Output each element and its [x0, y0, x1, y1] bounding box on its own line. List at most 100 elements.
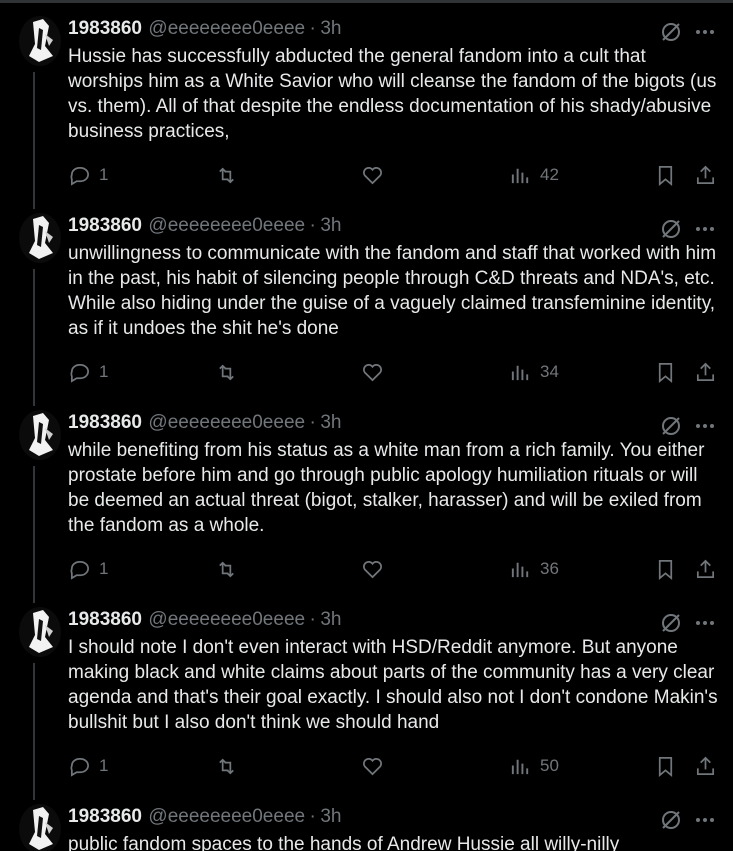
views-button[interactable]: 34 — [509, 360, 559, 384]
share-icon — [694, 361, 717, 384]
share-button[interactable] — [694, 754, 717, 778]
bookmark-button[interactable] — [654, 754, 677, 778]
like-button[interactable] — [361, 557, 384, 581]
tweet[interactable]: 1983860 @eeeeeeee0eeee · 3h Hussie has s… — [0, 0, 733, 209]
like-button[interactable] — [361, 360, 384, 384]
grok-icon[interactable] — [660, 612, 682, 634]
retweet-button[interactable] — [215, 360, 238, 384]
timestamp[interactable]: 3h — [320, 18, 341, 39]
thread-line — [33, 269, 35, 406]
views-count: 42 — [540, 165, 559, 184]
bookmark-icon — [654, 361, 677, 384]
more-icon[interactable] — [694, 812, 716, 828]
reply-icon — [68, 361, 91, 384]
reply-icon — [68, 558, 91, 581]
retweet-icon — [215, 755, 238, 778]
user-handle[interactable]: @eeeeeeee0eeee — [148, 806, 305, 827]
grok-icon[interactable] — [660, 415, 682, 437]
display-name[interactable]: 1983860 — [68, 609, 142, 630]
tweet-header: 1983860 @eeeeeeee0eeee · 3h — [68, 412, 733, 438]
like-icon — [361, 558, 384, 581]
reply-count: 1 — [99, 559, 109, 578]
more-icon[interactable] — [694, 24, 716, 40]
tweet-header: 1983860 @eeeeeeee0eeee · 3h — [68, 609, 733, 635]
bookmark-icon — [654, 558, 677, 581]
reply-count: 1 — [99, 756, 109, 775]
separator-dot: · — [309, 806, 316, 827]
views-button[interactable]: 36 — [509, 557, 559, 581]
avatar[interactable] — [19, 213, 61, 263]
reply-count: 1 — [99, 362, 109, 381]
views-count: 50 — [540, 756, 559, 775]
bookmark-icon — [654, 164, 677, 187]
views-count: 34 — [540, 362, 559, 381]
views-button[interactable]: 42 — [509, 163, 559, 187]
avatar[interactable] — [19, 410, 61, 460]
display-name[interactable]: 1983860 — [68, 412, 142, 433]
share-button[interactable] — [694, 557, 717, 581]
avatar[interactable] — [19, 607, 61, 657]
bookmark-button[interactable] — [654, 557, 677, 581]
display-name[interactable]: 1983860 — [68, 215, 142, 236]
like-icon — [361, 755, 384, 778]
timestamp[interactable]: 3h — [320, 806, 341, 827]
user-handle[interactable]: @eeeeeeee0eeee — [148, 609, 305, 630]
tweet-text: Hussie has successfully abducted the gen… — [68, 46, 717, 142]
views-icon — [509, 164, 532, 187]
tweet[interactable]: 1983860 @eeeeeeee0eeee · 3h while benefi… — [0, 394, 733, 603]
tweet-header: 1983860 @eeeeeeee0eeee · 3h — [68, 18, 733, 44]
retweet-button[interactable] — [215, 557, 238, 581]
thread-line — [33, 663, 35, 800]
more-icon[interactable] — [694, 615, 716, 631]
views-button[interactable]: 50 — [509, 754, 559, 778]
share-icon — [694, 755, 717, 778]
views-icon — [509, 558, 532, 581]
tweet-text: public fandom spaces to the hands of And… — [68, 834, 620, 851]
tweet[interactable]: 1983860 @eeeeeeee0eeee · 3h I should not… — [0, 591, 733, 800]
tweet[interactable]: 1983860 @eeeeeeee0eeee · 3h unwillingnes… — [0, 197, 733, 406]
views-count: 36 — [540, 559, 559, 578]
views-icon — [509, 361, 532, 384]
display-name[interactable]: 1983860 — [68, 806, 142, 827]
thread-line — [33, 466, 35, 603]
user-handle[interactable]: @eeeeeeee0eeee — [148, 18, 305, 39]
retweet-button[interactable] — [215, 754, 238, 778]
share-button[interactable] — [694, 360, 717, 384]
like-button[interactable] — [361, 754, 384, 778]
reply-button[interactable]: 1 — [68, 557, 108, 581]
more-icon[interactable] — [694, 418, 716, 434]
share-button[interactable] — [694, 163, 717, 187]
separator-dot: · — [309, 412, 316, 433]
user-handle[interactable]: @eeeeeeee0eeee — [148, 215, 305, 236]
more-icon[interactable] — [694, 221, 716, 237]
user-handle[interactable]: @eeeeeeee0eeee — [148, 412, 305, 433]
display-name[interactable]: 1983860 — [68, 18, 142, 39]
reply-button[interactable]: 1 — [68, 360, 108, 384]
bookmark-icon — [654, 755, 677, 778]
share-icon — [694, 558, 717, 581]
grok-icon[interactable] — [660, 809, 682, 831]
reply-button[interactable]: 1 — [68, 163, 108, 187]
grok-icon[interactable] — [660, 21, 682, 43]
like-icon — [361, 164, 384, 187]
timestamp[interactable]: 3h — [320, 609, 341, 630]
timestamp[interactable]: 3h — [320, 215, 341, 236]
tweet[interactable]: 1983860 @eeeeeeee0eeee · 3h public fando… — [0, 788, 733, 851]
reply-button[interactable]: 1 — [68, 754, 108, 778]
like-icon — [361, 361, 384, 384]
reply-count: 1 — [99, 165, 109, 184]
reply-icon — [68, 164, 91, 187]
grok-icon[interactable] — [660, 218, 682, 240]
avatar[interactable] — [19, 16, 61, 66]
avatar[interactable] — [19, 804, 61, 851]
tweet-header: 1983860 @eeeeeeee0eeee · 3h — [68, 806, 733, 832]
like-button[interactable] — [361, 163, 384, 187]
separator-dot: · — [309, 609, 316, 630]
bookmark-button[interactable] — [654, 360, 677, 384]
retweet-button[interactable] — [215, 163, 238, 187]
retweet-icon — [215, 558, 238, 581]
bookmark-button[interactable] — [654, 163, 677, 187]
retweet-icon — [215, 164, 238, 187]
share-icon — [694, 164, 717, 187]
timestamp[interactable]: 3h — [320, 412, 341, 433]
